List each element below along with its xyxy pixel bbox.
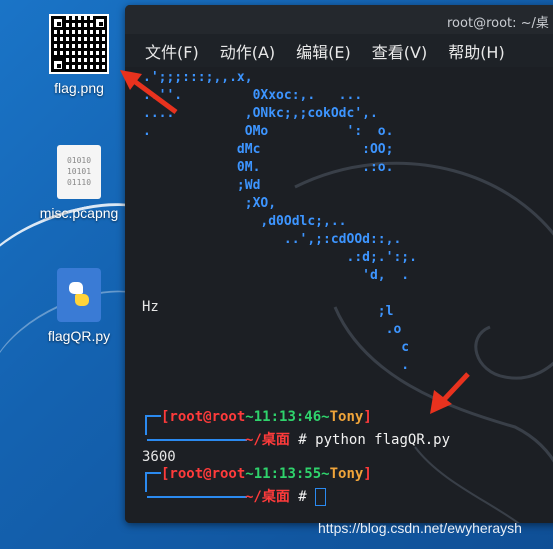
prompt-command-line[interactable]: ~/桌面 # [245,486,327,506]
prompt-user: [root@root [161,409,246,425]
menu-bar: 文件(F) 动作(A) 编辑(E) 查看(V) 帮助(H) [125,34,553,67]
prompt-bracket [145,472,161,492]
annotation-arrow [430,372,470,414]
prompt-bracket [147,439,247,441]
desktop-icon-flagqr-py[interactable]: flagQR.py [24,268,134,344]
command-text: python flagQR.py [315,432,451,448]
menu-file[interactable]: 文件(F) [145,39,199,63]
prompt-user: [root@root [161,466,246,482]
prompt-time: 11:13:46 [253,409,322,425]
output-line: Hz [142,299,159,315]
menu-help[interactable]: 帮助(H) [448,39,505,63]
window-titlebar[interactable]: root@root: ~/桌 [125,5,553,34]
python-file-icon [57,268,101,322]
binary-glyph-line: 01110 [66,178,92,187]
prompt-bracket [147,496,247,498]
prompt-header: [root@root~11:13:55~Tony] [161,466,372,482]
desktop-icon-misc-pcapng[interactable]: 01010 10101 01110 misc.pcapng [24,145,134,221]
prompt-name: Tony [329,466,364,482]
terminal-output[interactable]: .';;;:::;,,.x, ..''. 0Xxoc:,. ... .... ,… [125,67,553,523]
prompt-path: ~/桌面 [245,432,290,448]
prompt-symbol: # [298,489,307,505]
terminal-window[interactable]: root@root: ~/桌 文件(F) 动作(A) 编辑(E) 查看(V) 帮… [125,5,553,523]
prompt-command-line: ~/桌面 # python flagQR.py [245,429,450,449]
desktop-icon-label: flagQR.py [47,328,111,344]
binary-glyph-line: 10101 [66,167,92,176]
prompt-header: [root@root~11:13:46~Tony] [161,409,372,425]
prompt-symbol: # [298,432,307,448]
prompt-path: ~/桌面 [245,489,290,505]
menu-edit[interactable]: 编辑(E) [296,39,351,63]
qr-code-image-icon [49,14,109,74]
binary-glyph-line: 01010 [66,156,92,165]
annotation-arrow [120,70,178,115]
binary-file-icon: 01010 10101 01110 [57,145,101,199]
window-title: root@root: ~/桌 [447,16,549,31]
output-line: 3600 [142,449,176,465]
menu-view[interactable]: 查看(V) [372,39,427,63]
prompt-name: Tony [329,409,364,425]
desktop-icon-label: misc.pcapng [39,205,119,221]
prompt-bracket [145,415,161,435]
csdn-watermark: https://blog.csdn.net/ewyheraysh [318,520,522,536]
prompt-time: 11:13:55 [253,466,322,482]
text-cursor[interactable] [315,488,327,506]
menu-actions[interactable]: 动作(A) [220,39,275,63]
